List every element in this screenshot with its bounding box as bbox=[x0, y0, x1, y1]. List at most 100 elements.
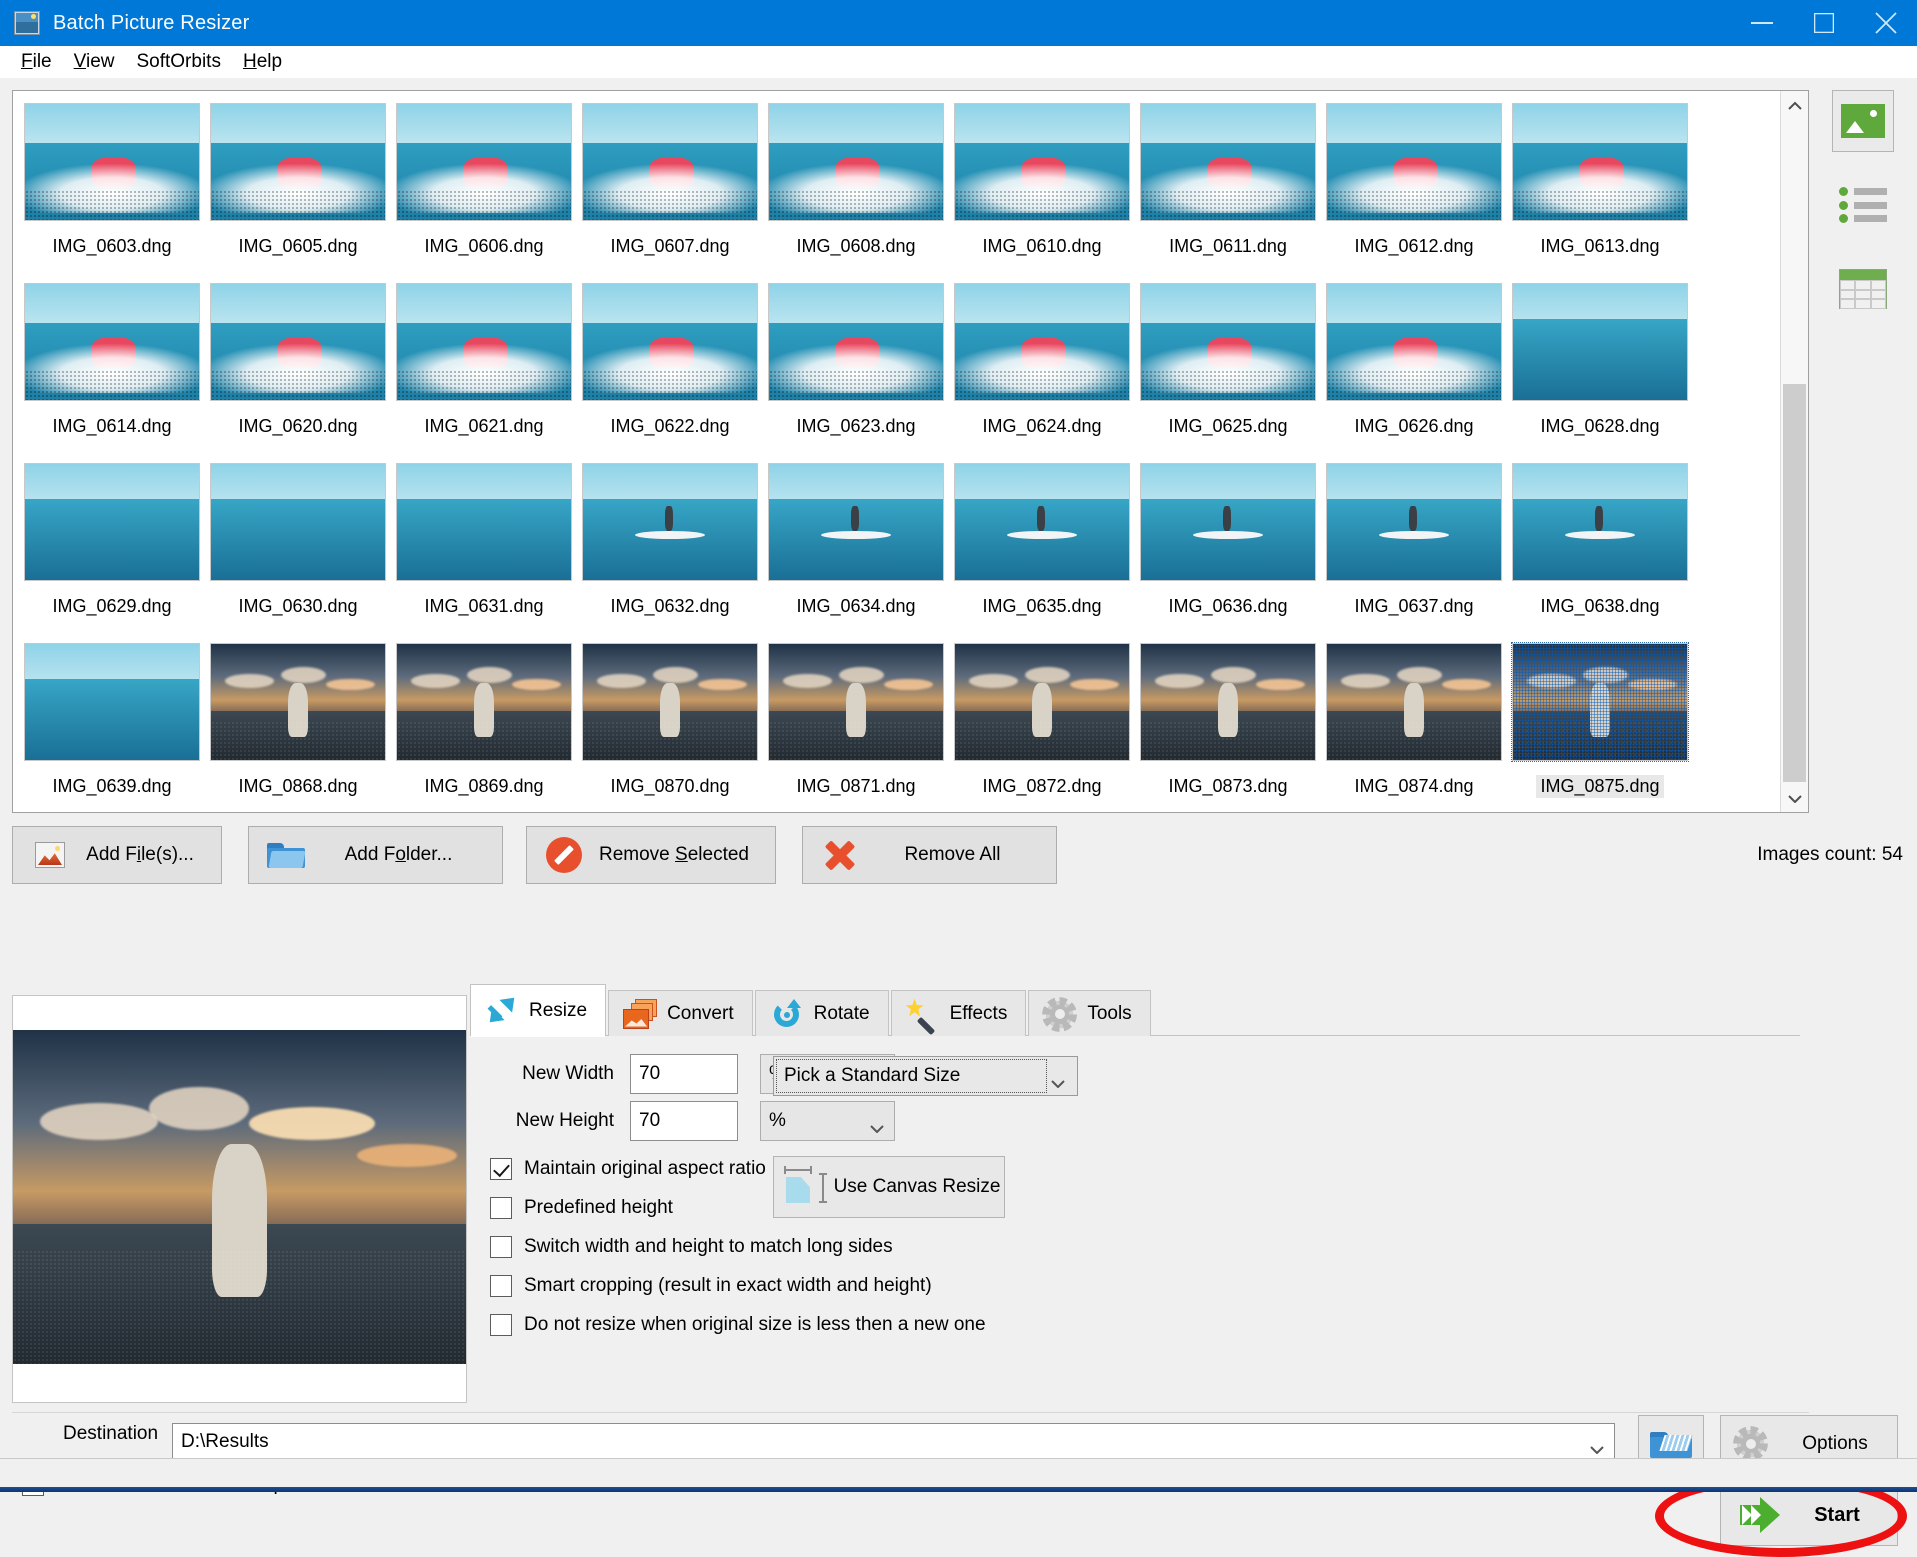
menu-view[interactable]: View bbox=[63, 48, 126, 76]
chevron-down-icon[interactable] bbox=[1590, 1438, 1604, 1460]
checkbox-icon[interactable] bbox=[490, 1236, 512, 1258]
thumbnail-item[interactable]: IMG_0621.dng bbox=[391, 279, 577, 459]
thumbnail-image bbox=[1326, 463, 1502, 581]
checkbox-icon[interactable] bbox=[490, 1314, 512, 1336]
thumbnail-item[interactable]: IMG_0872.dng bbox=[949, 639, 1135, 812]
thumbnail-panel: IMG_0603.dngIMG_0605.dng IMG_0606.dng IMG_… bbox=[12, 90, 1809, 813]
thumbnail-item[interactable]: IMG_0622.dng bbox=[577, 279, 763, 459]
menu-help-label: elp bbox=[257, 51, 282, 72]
images-count-label: Images count: 54 bbox=[1757, 844, 1903, 866]
checkbox-predefined-height[interactable]: Predefined height bbox=[490, 1197, 673, 1219]
checkbox-maintain-aspect-ratio[interactable]: Maintain original aspect ratio bbox=[490, 1158, 766, 1180]
new-height-input[interactable]: 70 bbox=[630, 1101, 738, 1141]
standard-size-select[interactable]: Pick a Standard Size bbox=[773, 1056, 1078, 1096]
new-width-input[interactable]: 70 bbox=[630, 1054, 738, 1094]
thumbnail-item[interactable]: IMG_0870.dng bbox=[577, 639, 763, 812]
thumbnail-item[interactable]: IMG_0875.dng bbox=[1507, 639, 1693, 812]
thumbnail-item[interactable]: IMG_0639.dng bbox=[19, 639, 205, 812]
thumbnail-item[interactable]: IMG_0637.dng bbox=[1321, 459, 1507, 639]
thumbnail-image bbox=[24, 643, 200, 761]
checkbox-smart-cropping[interactable]: Smart cropping (result in exact width an… bbox=[490, 1275, 932, 1297]
thumbnail-label: IMG_0606.dng bbox=[420, 235, 547, 258]
thumbnail-item[interactable]: IMG_0606.dng bbox=[391, 99, 577, 279]
add-files-button[interactable]: Add File(s)... bbox=[12, 826, 222, 884]
table-icon bbox=[1839, 269, 1887, 309]
details-view-button[interactable] bbox=[1832, 258, 1894, 320]
close-icon[interactable] bbox=[1855, 0, 1917, 46]
thumbnail-item[interactable]: IMG_0630.dng bbox=[205, 459, 391, 639]
thumbnail-item[interactable]: IMG_0625.dng bbox=[1135, 279, 1321, 459]
scrollbar-thumb[interactable] bbox=[1783, 384, 1806, 782]
add-folder-label: Add Folder... bbox=[309, 844, 488, 866]
thumbnail-item[interactable]: IMG_0613.dng bbox=[1507, 99, 1693, 279]
thumbnail-item[interactable]: IMG_0628.dng bbox=[1507, 279, 1693, 459]
destination-input[interactable]: D:\Results bbox=[172, 1423, 1615, 1461]
thumbnail-image bbox=[1140, 463, 1316, 581]
add-folder-button[interactable]: Add Folder... bbox=[248, 826, 503, 884]
start-button[interactable]: Start bbox=[1720, 1484, 1898, 1546]
thumbnail-item[interactable]: IMG_0605.dng bbox=[205, 99, 391, 279]
thumbnail-item[interactable]: IMG_0634.dng bbox=[763, 459, 949, 639]
thumbnail-item[interactable]: IMG_0631.dng bbox=[391, 459, 577, 639]
scroll-down-icon[interactable] bbox=[1781, 784, 1808, 812]
thumbnail-image bbox=[210, 103, 386, 221]
remove-selected-button[interactable]: Remove Selected bbox=[526, 826, 776, 884]
tab-effects[interactable]: Effects bbox=[891, 990, 1027, 1036]
thumbnail-item[interactable]: IMG_0608.dng bbox=[763, 99, 949, 279]
thumbnail-item[interactable]: IMG_0636.dng bbox=[1135, 459, 1321, 639]
scrollbar-track[interactable] bbox=[1781, 119, 1808, 784]
tab-rotate[interactable]: Rotate bbox=[755, 990, 889, 1036]
thumbnail-item[interactable]: IMG_0635.dng bbox=[949, 459, 1135, 639]
tab-convert[interactable]: Convert bbox=[608, 990, 753, 1036]
preview-image bbox=[13, 1030, 466, 1364]
thumbnail-item[interactable]: IMG_0869.dng bbox=[391, 639, 577, 812]
thumbnail-item[interactable]: IMG_0610.dng bbox=[949, 99, 1135, 279]
use-canvas-resize-button[interactable]: Use Canvas Resize bbox=[773, 1156, 1005, 1218]
menu-help[interactable]: Help bbox=[232, 48, 293, 76]
main-content: IMG_0603.dngIMG_0605.dng IMG_0606.dng IMG_… bbox=[0, 78, 1917, 1492]
thumbnail-scrollbar[interactable] bbox=[1780, 91, 1808, 812]
menu-softorbits[interactable]: SoftOrbits bbox=[125, 48, 231, 76]
thumbnail-image bbox=[1326, 103, 1502, 221]
thumbnail-item[interactable]: IMG_0614.dng bbox=[19, 279, 205, 459]
maximize-icon[interactable] bbox=[1793, 0, 1855, 46]
thumbnail-item[interactable]: IMG_0603.dng bbox=[19, 99, 205, 279]
list-view-button[interactable] bbox=[1832, 174, 1894, 236]
thumbnail-item[interactable]: IMG_0629.dng bbox=[19, 459, 205, 639]
new-width-label: New Width bbox=[470, 1063, 630, 1085]
canvas-resize-icon bbox=[774, 1165, 830, 1209]
thumbnail-image bbox=[768, 103, 944, 221]
minimize-icon[interactable] bbox=[1731, 0, 1793, 46]
checkbox-icon[interactable] bbox=[490, 1158, 512, 1180]
thumbnail-item[interactable]: IMG_0620.dng bbox=[205, 279, 391, 459]
menu-file[interactable]: File bbox=[10, 48, 63, 76]
thumbnail-item[interactable]: IMG_0624.dng bbox=[949, 279, 1135, 459]
thumbnail-item[interactable]: IMG_0868.dng bbox=[205, 639, 391, 812]
thumbnail-label: IMG_0620.dng bbox=[234, 415, 361, 438]
checkbox-do-not-resize[interactable]: Do not resize when original size is less… bbox=[490, 1314, 986, 1336]
thumbnail-scroll-area[interactable]: IMG_0603.dngIMG_0605.dng IMG_0606.dng IMG_… bbox=[13, 91, 1780, 812]
new-height-unit-select[interactable]: % bbox=[760, 1101, 895, 1141]
thumbnail-item[interactable]: IMG_0612.dng bbox=[1321, 99, 1507, 279]
remove-all-button[interactable]: Remove All bbox=[802, 826, 1057, 884]
new-height-unit-value: % bbox=[769, 1110, 786, 1132]
checkbox-icon[interactable] bbox=[490, 1275, 512, 1297]
thumbnail-label: IMG_0634.dng bbox=[792, 595, 919, 618]
thumbnail-item[interactable]: IMG_0623.dng bbox=[763, 279, 949, 459]
thumbnail-item[interactable]: IMG_0871.dng bbox=[763, 639, 949, 812]
thumbnail-item[interactable]: IMG_0873.dng bbox=[1135, 639, 1321, 812]
thumbnail-label: IMG_0870.dng bbox=[606, 775, 733, 798]
checkbox-switch-width-height[interactable]: Switch width and height to match long si… bbox=[490, 1236, 893, 1258]
tab-tools[interactable]: Tools bbox=[1028, 990, 1150, 1036]
thumbnail-item[interactable]: IMG_0638.dng bbox=[1507, 459, 1693, 639]
scroll-up-icon[interactable] bbox=[1781, 91, 1808, 119]
thumbnail-item[interactable]: IMG_0611.dng bbox=[1135, 99, 1321, 279]
checkbox-icon[interactable] bbox=[490, 1197, 512, 1219]
thumbnail-image bbox=[1512, 103, 1688, 221]
thumbnail-item[interactable]: IMG_0626.dng bbox=[1321, 279, 1507, 459]
thumbnail-item[interactable]: IMG_0632.dng bbox=[577, 459, 763, 639]
tab-resize[interactable]: Resize bbox=[470, 984, 606, 1036]
thumbnail-view-button[interactable] bbox=[1832, 90, 1894, 152]
thumbnail-item[interactable]: IMG_0874.dng bbox=[1321, 639, 1507, 812]
thumbnail-item[interactable]: IMG_0607.dng bbox=[577, 99, 763, 279]
